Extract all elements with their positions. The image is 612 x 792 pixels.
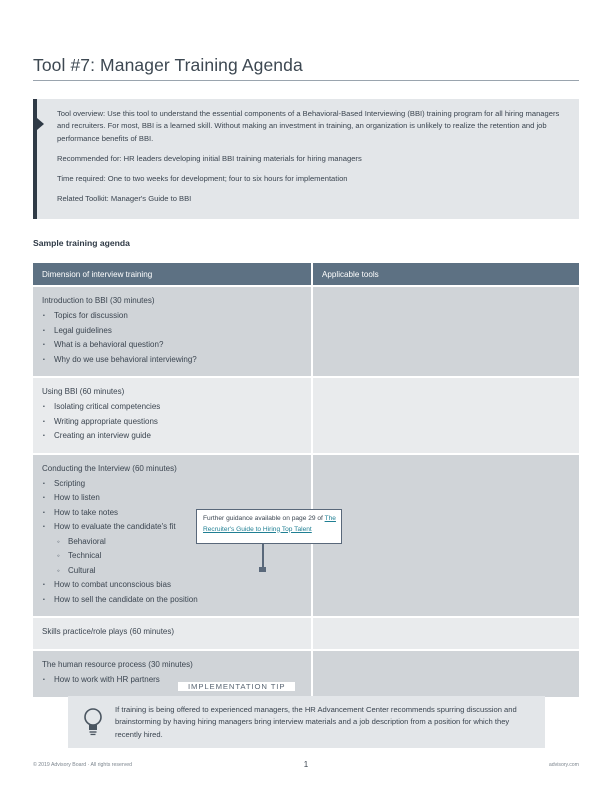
table-body: Introduction to BBI (30 minutes) Topics f… [33, 287, 579, 697]
table-cell-dimension: Skills practice/role plays (60 minutes) [33, 618, 311, 649]
table-cell-tools [313, 618, 579, 649]
list-item: Why do we use behavioral interviewing? [42, 353, 302, 368]
list-item: How to sell the candidate on the positio… [42, 593, 302, 608]
table-cell-tools [313, 454, 579, 616]
overview-paragraph-1: Tool overview: Use this tool to understa… [57, 109, 560, 143]
table-cell-tools [313, 378, 579, 453]
row-bullet-list: Isolating critical competenciesWriting a… [42, 400, 302, 444]
table-row: Introduction to BBI (30 minutes) Topics f… [33, 287, 579, 376]
section-heading: Sample training agenda [33, 238, 130, 248]
row-title: Using BBI (60 minutes) [42, 387, 125, 396]
table-cell-dimension: Using BBI (60 minutes) Isolating critical… [33, 378, 311, 453]
callout-accent-bar [33, 99, 37, 219]
column-header-tools: Applicable tools [313, 263, 579, 285]
row-title: Conducting the Interview (60 minutes) [42, 463, 177, 473]
row-bullet-list: Topics for discussionLegal guidelinesWha… [42, 309, 302, 367]
overview-paragraph-3: Time required: One to two weeks for deve… [57, 174, 348, 184]
list-item: Isolating critical competencies [42, 400, 302, 415]
list-item: How to combat unconscious bias [42, 578, 302, 593]
list-item: Creating an interview guide [42, 429, 302, 444]
footer-site: advisory.com [548, 762, 579, 768]
table-header-row: Dimension of interview training Applicab… [33, 263, 579, 285]
column-header-dimension: Dimension of interview training [33, 263, 311, 285]
list-item: Scripting [42, 477, 302, 492]
footer-page-number: 1 [303, 760, 309, 769]
note-lead-text: Further guidance available on page 29 of [203, 515, 325, 522]
page-title-block: Tool #7: Manager Training Agenda [33, 55, 579, 82]
overview-paragraph-4: Related Toolkit: Manager's Guide to BBI [57, 194, 192, 204]
list-item: How to listen [42, 491, 302, 506]
list-item: Legal guidelines [42, 324, 302, 339]
tool-overview-text: Tool overview: Use this tool to understa… [57, 108, 567, 206]
row-title: Introduction to BBI (30 minutes) [42, 296, 155, 305]
page-footer: © 2019 Advisory Board · All rights reser… [33, 760, 579, 769]
implementation-tip-box: If training is being offered to experien… [68, 696, 545, 748]
table-cell-tools [313, 651, 579, 697]
title-divider [33, 80, 579, 82]
table-cell-dimension: Introduction to BBI (30 minutes) Topics f… [33, 287, 311, 376]
tool-overview-callout: Tool overview: Use this tool to understa… [33, 99, 579, 219]
row-title: Skills practice/role plays (60 minutes) [42, 627, 175, 636]
footer-copyright: © 2019 Advisory Board · All rights reser… [33, 762, 132, 768]
agenda-table: Dimension of interview training Applicab… [33, 263, 579, 699]
guidance-note-callout: Further guidance available on page 29 of… [196, 509, 342, 544]
table-cell-tools [313, 287, 579, 376]
note-connector-anchor [259, 567, 266, 572]
table-row: Skills practice/role plays (60 minutes) [33, 618, 579, 649]
page-title: Tool #7: Manager Training Agenda [33, 55, 303, 75]
table-row: Using BBI (60 minutes) Isolating critical… [33, 378, 579, 453]
overview-paragraph-2: Recommended for: HR leaders developing i… [57, 153, 362, 163]
document-page: Tool #7: Manager Training Agenda Tool ov… [0, 0, 612, 792]
implementation-tip-label: IMPLEMENTATION TIP [178, 682, 296, 691]
lightbulb-icon [80, 706, 106, 736]
implementation-tip-text: If training is being offered to experien… [115, 705, 517, 739]
table-row: The human resource process (30 minutes)H… [33, 651, 579, 697]
list-item: Writing appropriate questions [42, 415, 302, 430]
list-item: Topics for discussion [42, 309, 302, 324]
row-title: The human resource process (30 minutes) [42, 660, 193, 669]
note-connector-line [262, 544, 264, 569]
list-item: What is a behavioral question? [42, 338, 302, 353]
arrow-right-icon [37, 118, 44, 130]
